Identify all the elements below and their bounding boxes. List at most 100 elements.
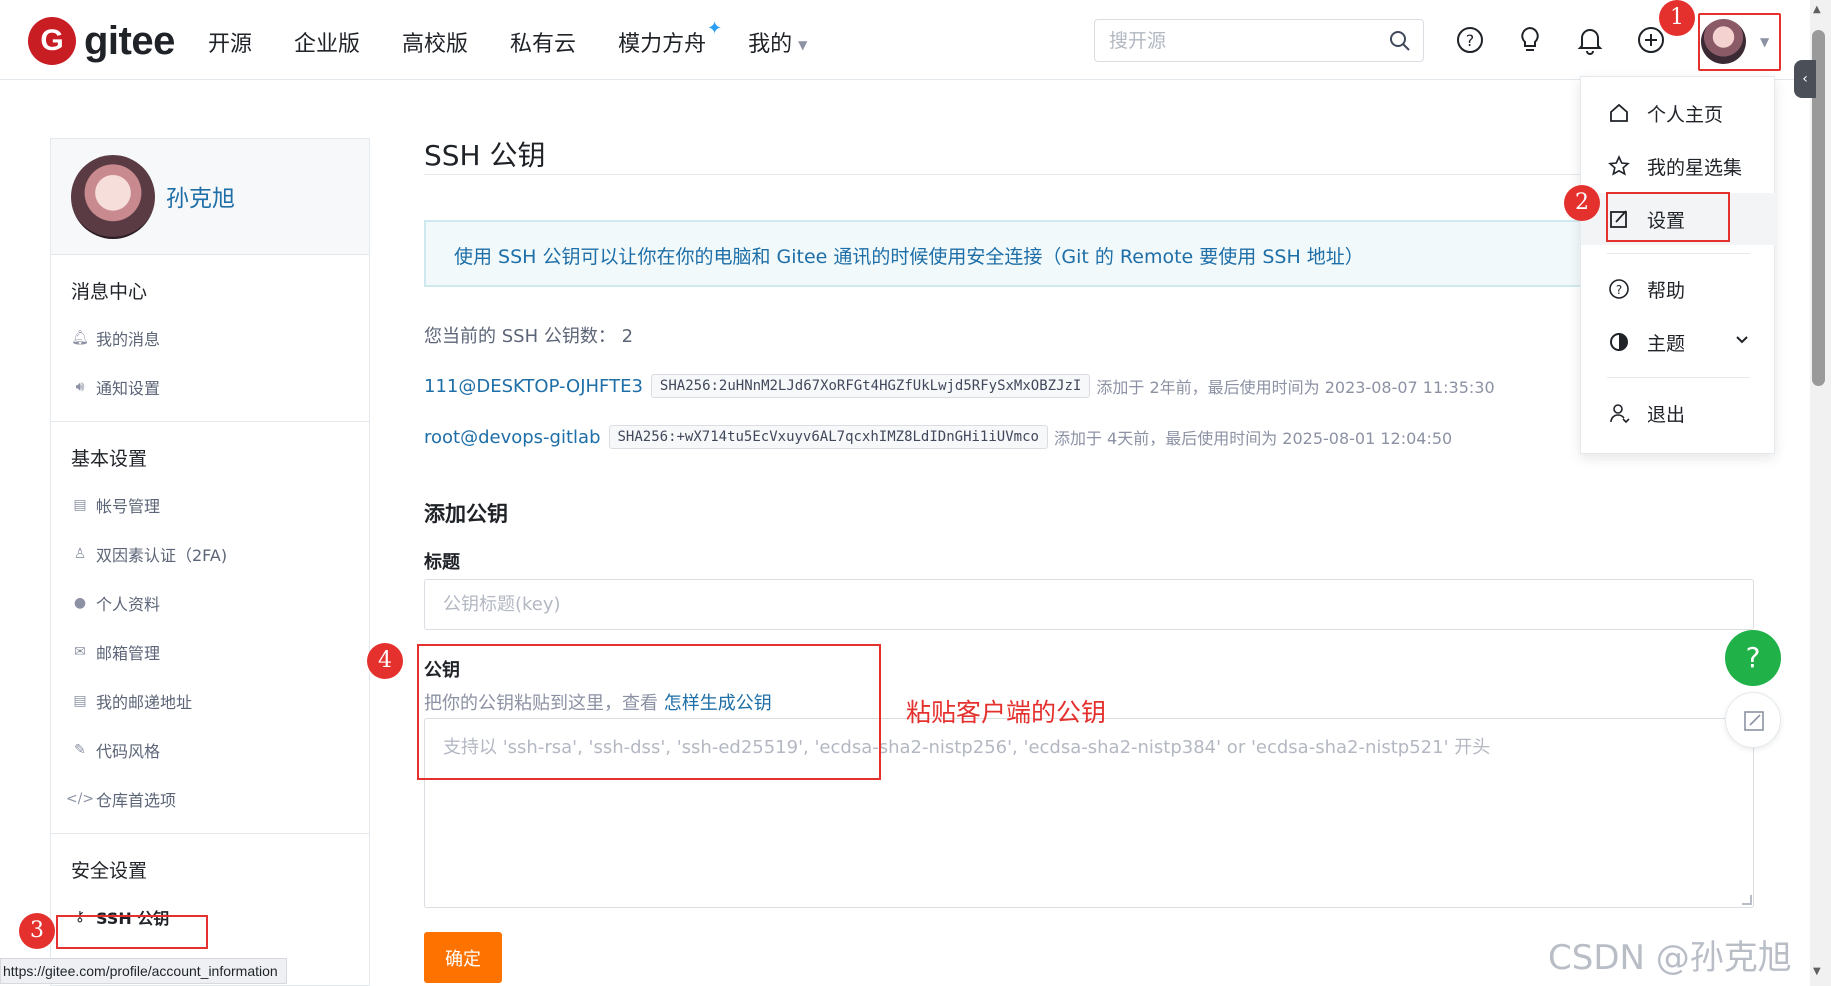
menu-item-stars[interactable]: 我的星选集 [1581, 140, 1776, 192]
search-input[interactable] [1109, 29, 1369, 53]
add-key-heading: 添加公钥 [424, 502, 508, 526]
code-icon: </> [65, 790, 95, 807]
resize-grip[interactable] [1742, 895, 1752, 905]
bell-icon[interactable] [1575, 25, 1605, 55]
menu-item-label: 我的星选集 [1647, 156, 1743, 179]
caret-down-icon: ▼ [1760, 35, 1770, 49]
watermark: CSDN @孙克旭 [1548, 938, 1792, 978]
collapse-panel-button[interactable]: ‹ [1794, 60, 1816, 98]
user-icon: ● [73, 594, 87, 611]
lightbulb-icon[interactable] [1515, 25, 1545, 55]
sidebar-item-email[interactable]: ✉ 邮箱管理 [51, 627, 369, 676]
nav-moli-fangzhou[interactable]: 模力方舟 ✦ [618, 18, 722, 58]
search-icon[interactable] [1389, 30, 1411, 52]
sidebar-item-2fa[interactable]: ♙ 双因素认证（2FA) [51, 529, 369, 578]
ssh-key-fingerprint: SHA256:+wX714tu5EcVxuyv6AL7qcxhIMZ8LdIDn… [608, 425, 1048, 449]
speaker-icon: 🔊︎ [75, 378, 85, 395]
sidebar-username[interactable]: 孙克旭 [166, 179, 235, 213]
sidebar-item-repo-preferences[interactable]: </> 仓库首选项 [51, 774, 369, 823]
sidebar-section-basic: 基本设置 ▤ 帐号管理 ♙ 双因素认证（2FA) ● 个人资料 ✉ 邮箱管理 ▤ 我的邮递… [51, 422, 369, 834]
menu-item-label: 帮助 [1647, 279, 1686, 302]
sidebar-item-label: 双因素认证（2FA) [96, 545, 228, 565]
logout-user-icon [1610, 404, 1630, 424]
help-icon[interactable]: ? [1455, 25, 1485, 55]
scroll-down-icon[interactable]: ▼ [1813, 966, 1821, 977]
theme-icon [1610, 333, 1628, 351]
home-icon [1610, 103, 1628, 122]
ssh-key-row: root@devops-gitlab SHA256:+wX714tu5EcVxu… [424, 425, 1452, 449]
gitee-logo[interactable]: G gitee [28, 17, 175, 65]
search-box [1094, 19, 1424, 62]
scroll-up-icon[interactable]: ▲ [1813, 4, 1821, 15]
highlight-box-public-key [417, 644, 881, 780]
feedback-fab-button[interactable] [1725, 692, 1781, 748]
sidebar-item-profile[interactable]: ● 个人资料 [51, 578, 369, 627]
menu-item-logout[interactable]: 退出 [1581, 387, 1776, 439]
help-fab-button[interactable]: ? [1725, 630, 1781, 686]
sidebar-item-label: 我的邮递地址 [96, 692, 193, 712]
nav-enterprise[interactable]: 企业版 [294, 26, 360, 58]
sidebar-item-my-messages[interactable]: 🔔︎ 我的消息 [51, 313, 369, 362]
help-icon: ? [1609, 279, 1629, 299]
divider [1607, 253, 1750, 254]
caret-down-icon: ▼ [798, 38, 808, 52]
plus-circle-icon[interactable] [1636, 25, 1666, 55]
svg-text:?: ? [1466, 31, 1475, 50]
menu-item-home[interactable]: 个人主页 [1581, 87, 1776, 139]
sidebar-item-account[interactable]: ▤ 帐号管理 [51, 480, 369, 529]
nav-private-cloud[interactable]: 私有云 [510, 26, 576, 58]
sidebar-section-title: 消息中心 [71, 281, 148, 303]
menu-item-label: 主题 [1647, 332, 1686, 355]
nav-mine-label: 我的 [748, 32, 793, 57]
step-marker-1: 1 [1659, 0, 1695, 36]
brush-icon: ✎ [74, 741, 86, 758]
sidebar-item-code-style[interactable]: ✎ 代码风格 [51, 725, 369, 774]
step-marker-2: 2 [1564, 185, 1600, 221]
nav-education[interactable]: 高校版 [402, 26, 468, 58]
menu-item-help[interactable]: ? 帮助 [1581, 263, 1776, 315]
ssh-key-name[interactable]: 111@DESKTOP-OJHFTE3 [424, 376, 643, 397]
main-nav: 开源 企业版 高校版 私有云 模力方舟 ✦ 我的 ▼ [208, 18, 849, 58]
sidebar-section-title: 安全设置 [71, 860, 148, 882]
sidebar-item-label: 个人资料 [96, 594, 161, 614]
ssh-key-meta: 添加于 4天前，最后使用时间为 2025-08-01 12:04:50 [1053, 429, 1453, 448]
user-avatar-button[interactable]: ▼ [1698, 13, 1781, 71]
sidebar-item-label: 代码风格 [96, 741, 161, 761]
sidebar-item-label: 通知设置 [96, 378, 161, 398]
envelope-icon: ✉ [74, 643, 86, 660]
status-bar-url: https://gitee.com/profile/account_inform… [0, 958, 287, 984]
confirm-button[interactable]: 确定 [424, 932, 502, 983]
info-banner-text: 使用 SSH 公钥可以让你在你的电脑和 Gitee 通讯的时候使用安全连接（Gi… [454, 246, 1364, 268]
nav-moli-fangzhou-label: 模力方舟 [618, 32, 707, 57]
sidebar-item-notification-settings[interactable]: 🔊︎ 通知设置 [51, 362, 369, 411]
settings-sidebar: 孙克旭 消息中心 🔔︎ 我的消息 🔊︎ 通知设置 基本设置 ▤ 帐号管理 ♙ 双因素认证… [50, 138, 370, 986]
gitee-logo-text: gitee [84, 18, 175, 63]
step-marker-3: 3 [19, 913, 55, 949]
ssh-key-meta: 添加于 2年前，最后使用时间为 2023-08-07 11:35:30 [1096, 378, 1495, 397]
nav-mine[interactable]: 我的 ▼ [748, 26, 807, 58]
highlight-box-settings [1606, 192, 1730, 242]
ssh-key-fingerprint: SHA256:2uHNnM2LJd67XoRFGt4HGZfUkLwjd5RFy… [650, 374, 1091, 398]
sidebar-section-title: 基本设置 [71, 448, 148, 470]
highlight-box-ssh [56, 915, 208, 949]
id-card-icon: ▤ [73, 692, 87, 709]
menu-item-label: 个人主页 [1647, 103, 1724, 126]
gitee-logo-mark: G [28, 17, 76, 65]
ssh-key-name[interactable]: root@devops-gitlab [424, 427, 601, 448]
ssh-key-row: 111@DESKTOP-OJHFTE3 SHA256:2uHNnM2LJd67X… [424, 374, 1495, 398]
divider [1607, 377, 1750, 378]
divider [424, 174, 1754, 175]
sidebar-item-address[interactable]: ▤ 我的邮递地址 [51, 676, 369, 725]
sidebar-item-label: 帐号管理 [96, 496, 161, 516]
key-count: 您当前的 SSH 公钥数： 2 [424, 322, 633, 348]
key-title-input[interactable] [424, 579, 1754, 630]
user-dropdown-menu: 个人主页 我的星选集 设置 ? 帮助 主题 退出 [1580, 76, 1776, 454]
sidebar-profile: 孙克旭 [51, 139, 369, 255]
nav-open-source[interactable]: 开源 [208, 26, 252, 58]
menu-item-theme[interactable]: 主题 [1581, 316, 1776, 368]
id-card-icon: ▤ [73, 496, 87, 513]
annotation-text: 粘贴客户端的公钥 [906, 698, 1107, 727]
avatar[interactable] [71, 155, 155, 239]
user-shield-icon: ♙ [73, 545, 87, 562]
sidebar-item-label: 仓库首选项 [96, 790, 177, 810]
